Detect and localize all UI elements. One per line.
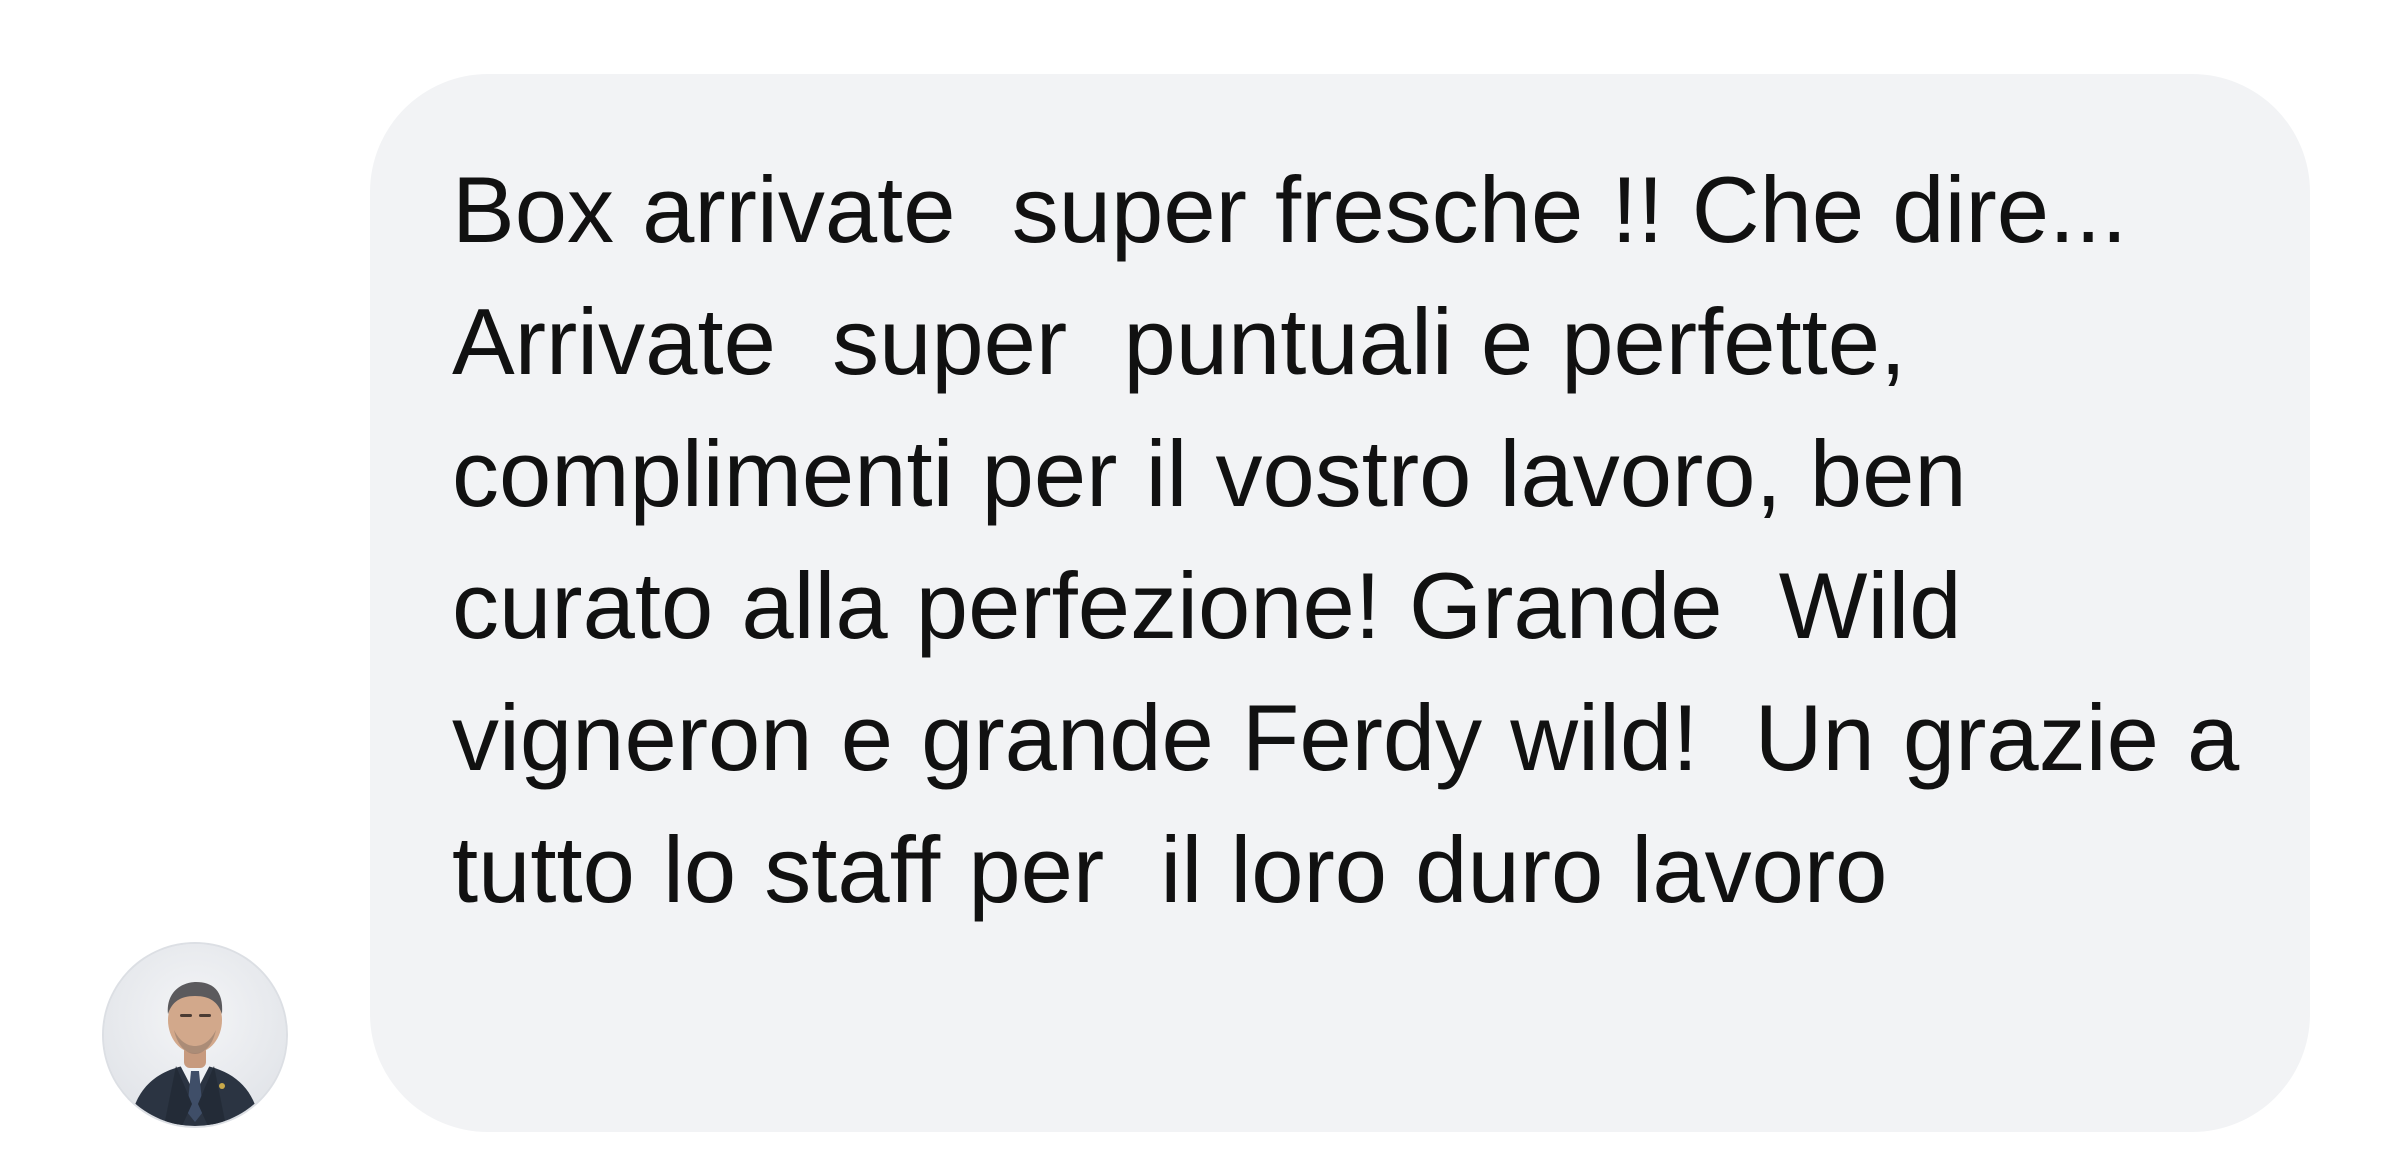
message-bubble[interactable]: Box arrivate super fresche !! Che dire..…: [370, 74, 2310, 1132]
message-text: Box arrivate super fresche !! Che dire..…: [452, 157, 2268, 922]
chat-message-row: Box arrivate super fresche !! Che dire..…: [0, 0, 2400, 1166]
person-avatar-icon: [104, 944, 286, 1126]
sender-avatar[interactable]: [104, 944, 286, 1126]
